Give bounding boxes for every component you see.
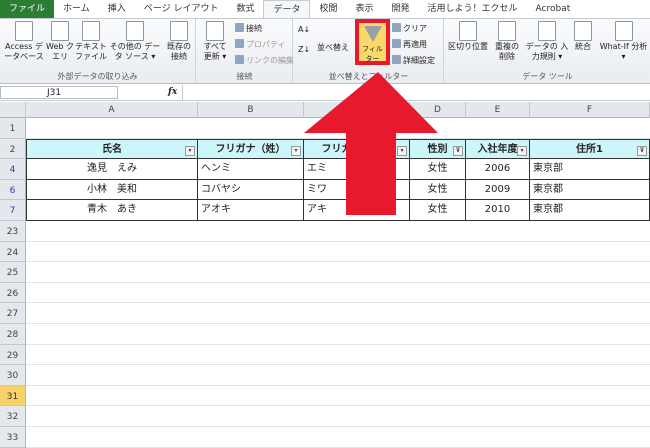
arrow-up-icon <box>304 72 438 215</box>
red-arrow-annotation <box>304 72 438 215</box>
